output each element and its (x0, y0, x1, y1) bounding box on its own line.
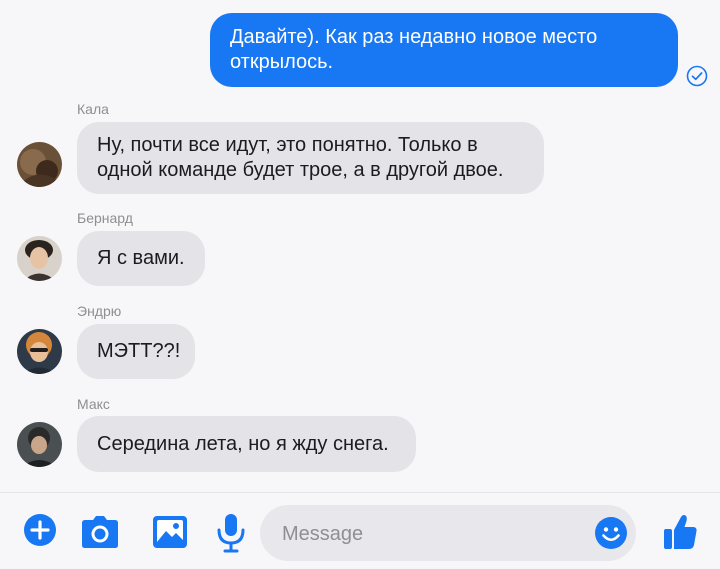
message-thread: Давайте). Как раз недавно новое место от… (0, 0, 720, 492)
incoming-message-bubble[interactable]: МЭТТ??! (77, 324, 195, 379)
incoming-message-bubble[interactable]: Середина лета, но я жду снега. (77, 416, 416, 472)
avatar[interactable] (17, 142, 62, 187)
thumbs-up-icon[interactable] (662, 513, 698, 551)
avatar[interactable] (17, 422, 62, 467)
microphone-icon[interactable] (216, 513, 246, 553)
sender-name: Кала (77, 101, 109, 117)
message-text: Давайте). Как раз недавно новое место от… (230, 26, 598, 73)
check-circle-icon (686, 65, 708, 87)
sender-name: Бернард (77, 210, 133, 226)
incoming-message-bubble[interactable]: Ну, почти все идут, это понятно. Только … (77, 122, 544, 194)
message-text: Середина лета, но я жду снега. (97, 432, 389, 455)
image-icon[interactable] (152, 515, 188, 549)
composer-bar (0, 492, 720, 569)
camera-icon[interactable] (80, 515, 120, 549)
sender-name: Макс (77, 396, 110, 412)
avatar[interactable] (17, 236, 62, 281)
message-text: Я с вами. (97, 247, 185, 269)
sender-name: Эндрю (77, 303, 122, 319)
incoming-message-bubble[interactable]: Я с вами. (77, 231, 205, 286)
avatar[interactable] (17, 329, 62, 374)
message-input-field[interactable] (260, 505, 636, 563)
emoji-icon[interactable] (595, 517, 627, 549)
message-text: Ну, почти все идут, это понятно. Только … (97, 134, 504, 181)
message-input[interactable] (280, 505, 584, 563)
outgoing-message-bubble[interactable]: Давайте). Как раз недавно новое место от… (210, 13, 678, 87)
plus-icon[interactable] (24, 514, 56, 546)
message-text: МЭТТ??! (97, 340, 181, 362)
